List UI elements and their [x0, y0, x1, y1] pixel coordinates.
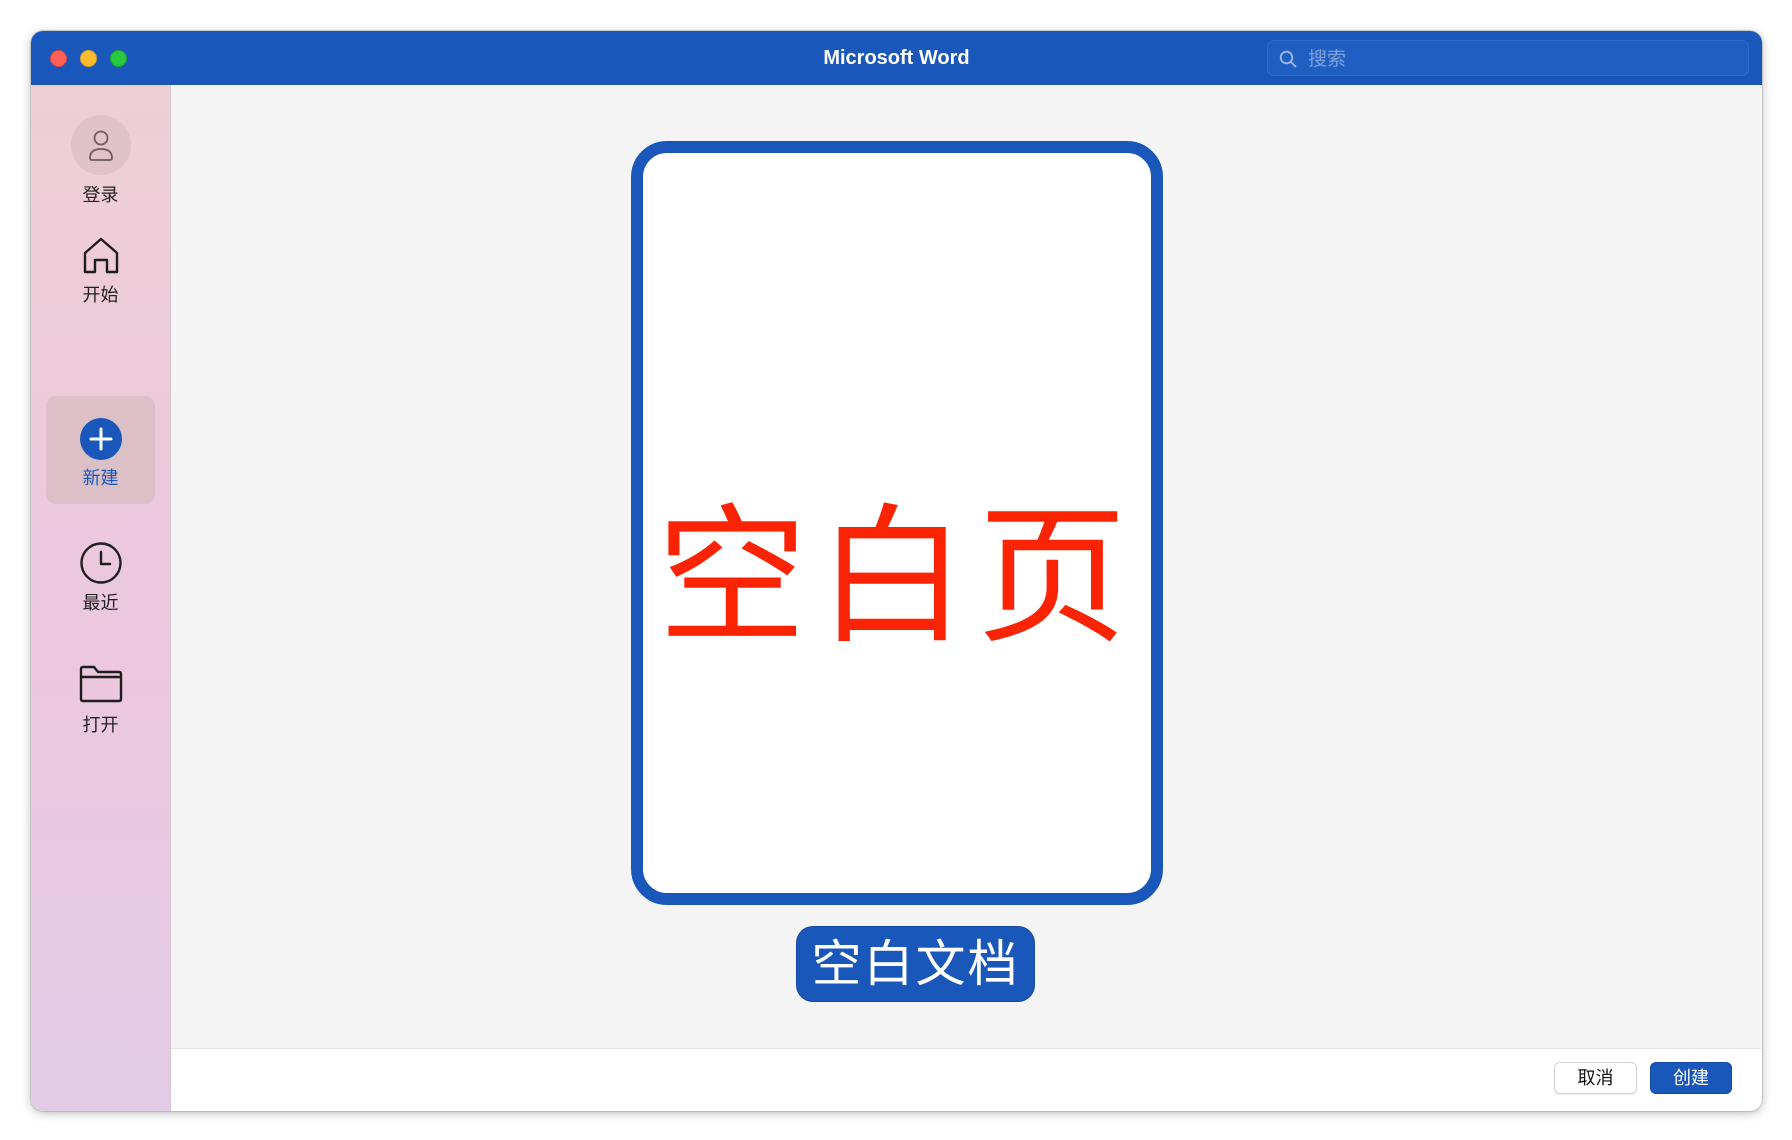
minimize-window-button[interactable] [80, 50, 97, 67]
sidebar-item-label: 最近 [82, 593, 119, 614]
title-bar: Microsoft Word [31, 31, 1762, 85]
template-gallery: 空白页 空白文档 [171, 85, 1762, 1049]
word-window: Microsoft Word 登录 [31, 31, 1762, 1111]
sidebar-item-label: 开始 [82, 285, 119, 306]
create-button[interactable]: 创建 [1650, 1062, 1732, 1094]
template-label: 空白文档 [797, 927, 1034, 1001]
template-preview-annotation: 空白页 [656, 491, 1137, 665]
sidebar-item-recent[interactable]: 最近 [46, 531, 155, 639]
avatar [70, 115, 131, 175]
sidebar-item-sign-in[interactable]: 登录 [46, 113, 155, 221]
folder-icon [79, 665, 122, 703]
sidebar-item-label: 登录 [82, 185, 119, 206]
plus-circle-icon [79, 418, 122, 460]
cancel-button[interactable]: 取消 [1554, 1062, 1637, 1094]
zoom-window-button[interactable] [110, 50, 127, 67]
blank-document-template[interactable]: 空白页 [631, 141, 1163, 905]
search-box[interactable] [1267, 40, 1749, 77]
sidebar-item-label: 新建 [82, 468, 119, 489]
clock-icon [79, 542, 122, 584]
search-icon [1279, 50, 1297, 68]
sidebar-item-home[interactable]: 开始 [46, 225, 155, 333]
close-window-button[interactable] [50, 50, 67, 67]
sidebar-item-open[interactable]: 打开 [46, 655, 155, 763]
sidebar-item-label: 打开 [82, 715, 119, 736]
sidebar-item-new[interactable]: 新建 [46, 396, 155, 504]
sidebar: 登录 开始 新建 最近 打开 [31, 85, 171, 1111]
search-input[interactable] [1306, 41, 1740, 77]
home-icon [83, 237, 118, 274]
footer-bar: 取消 创建 [171, 1048, 1762, 1111]
person-icon [88, 130, 113, 161]
